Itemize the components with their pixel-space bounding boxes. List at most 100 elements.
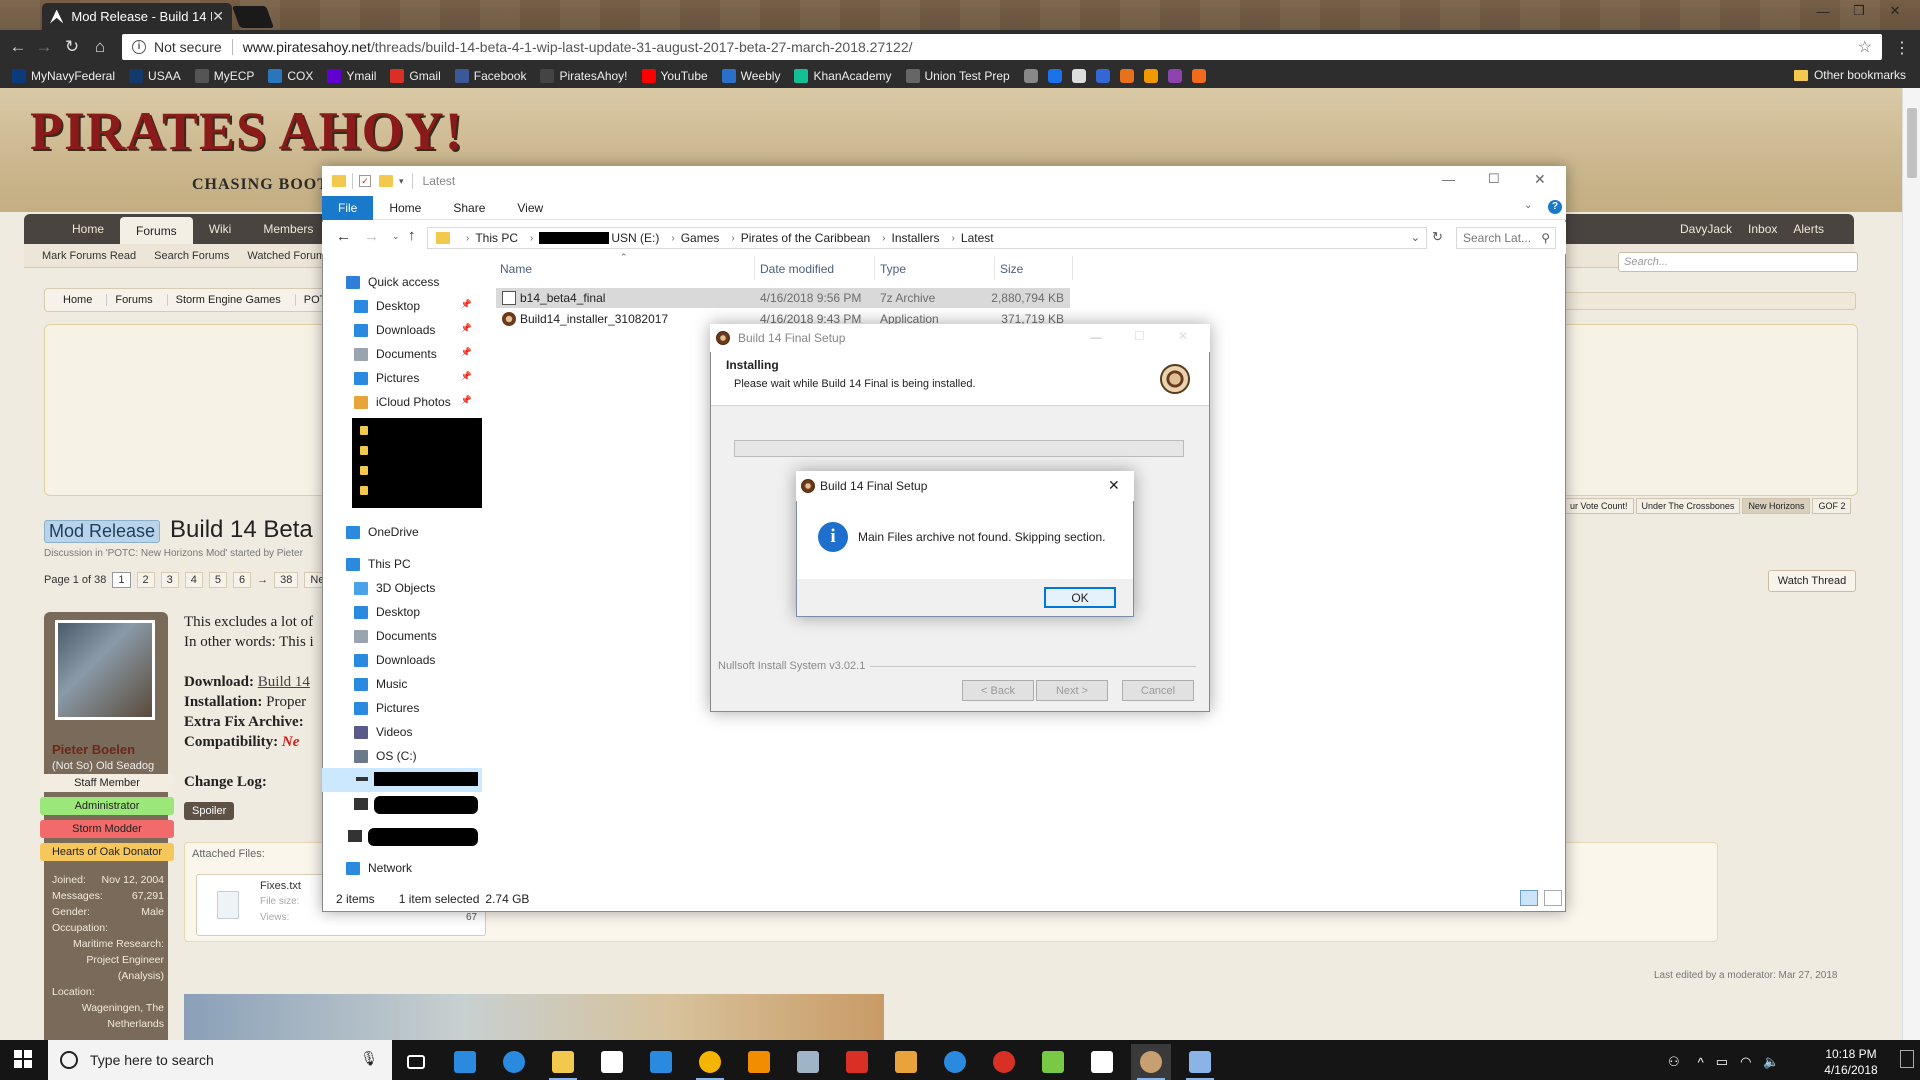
breadcrumb-item[interactable]: Storm Engine Games [168, 294, 296, 306]
taskbar-search-box[interactable]: Type here to search 🎙 [48, 1040, 392, 1080]
nav-item-network[interactable]: Network [346, 856, 476, 880]
show-hidden-icons-icon[interactable]: ^ [1698, 1055, 1704, 1070]
taskbar-app-notepad[interactable] [1082, 1044, 1122, 1080]
close-tab-icon[interactable]: ✕ [212, 8, 224, 25]
close-window-button[interactable]: ✕ [1882, 0, 1908, 22]
nav-item[interactable]: Desktop 📌 [322, 294, 482, 318]
nav-item[interactable]: Pictures 📌 [322, 366, 482, 390]
new-folder-icon[interactable] [379, 175, 393, 187]
site-nav-right-item[interactable]: Alerts [1793, 222, 1824, 236]
watch-thread-button[interactable]: Watch Thread [1768, 570, 1856, 592]
path-games[interactable]: Games [681, 231, 720, 245]
up-folder-icon[interactable]: ↑ [408, 227, 416, 244]
pin-icon[interactable]: 📌 [461, 347, 472, 358]
column-header-size[interactable]: Size [1000, 262, 1023, 276]
spoiler-button[interactable]: Spoiler [184, 802, 235, 820]
ribbon-expand-icon[interactable]: ⌄ [1524, 200, 1532, 211]
taskbar-app-steam[interactable] [788, 1044, 828, 1080]
explorer-address-bar[interactable]: › This PC › USN (E:) › Games › Pirates o… [427, 227, 1427, 249]
forum-shortcut-tab[interactable]: Under The Crossbones [1635, 498, 1741, 514]
nav-item[interactable]: Quick access [322, 270, 482, 294]
bookmark-shortcut-icon[interactable] [1047, 69, 1062, 83]
pager-page[interactable]: 38 [274, 572, 299, 588]
nav-item[interactable]: Downloads 📌 [322, 318, 482, 342]
home-icon[interactable]: ⌂ [88, 36, 112, 58]
bookmark-star-icon[interactable]: ☆ [1858, 37, 1872, 57]
pin-icon[interactable]: 📌 [461, 299, 472, 310]
nav-item-selected-drive[interactable] [322, 768, 482, 792]
bookmark-weebly[interactable]: Weebly [721, 69, 780, 83]
battery-icon[interactable]: ▭ [1716, 1054, 1728, 1070]
pager-page[interactable]: 2 [136, 572, 155, 588]
bookmark-shortcut-icon[interactable] [1191, 69, 1206, 83]
taskbar-app-chrome[interactable] [690, 1044, 730, 1080]
taskbar-app-bluestacks[interactable] [1033, 1044, 1073, 1080]
nav-item[interactable]: iCloud Photos 📌 [322, 390, 482, 414]
bookmark-pirates-ahoy[interactable]: PiratesAhoy! [540, 69, 628, 83]
path-this-pc[interactable]: This PC [475, 231, 518, 245]
info-icon[interactable]: i [132, 40, 146, 54]
path-installers[interactable]: Installers [892, 231, 940, 245]
taskbar-app-pirates-installer[interactable] [1131, 1044, 1171, 1080]
taskbar-app-flash[interactable] [837, 1044, 877, 1080]
back-arrow-icon[interactable]: ← [6, 36, 30, 58]
bookmark-union-test-prep[interactable]: Union Test Prep [905, 69, 1010, 83]
dialog-ok-button[interactable]: OK [1044, 587, 1116, 608]
taskbar-app-visual-studio[interactable] [641, 1044, 681, 1080]
taskbar-app-task-view[interactable] [396, 1044, 436, 1080]
site-nav-tab[interactable]: Forums [120, 217, 193, 244]
bookmark-shortcut-icon[interactable] [1143, 69, 1158, 83]
bookmark-shortcut-icon[interactable] [1119, 69, 1134, 83]
ribbon-tab[interactable]: View [501, 196, 559, 220]
nav-item[interactable]: Documents 📌 [322, 342, 482, 366]
explorer-maximize-button[interactable]: ☐ [1488, 171, 1500, 187]
nav-item[interactable]: 3D Objects [322, 576, 482, 600]
column-header-type[interactable]: Type [880, 262, 906, 276]
nav-item[interactable]: Music [322, 672, 482, 696]
other-bookmarks[interactable]: Other bookmarks [1793, 68, 1906, 82]
address-bar[interactable]: i Not secure www.piratesahoy.net /thread… [122, 34, 1882, 60]
pin-icon[interactable]: 📌 [461, 323, 472, 334]
nav-item[interactable]: Videos [322, 720, 482, 744]
site-search-input[interactable]: Search... [1618, 252, 1858, 272]
minimize-window-button[interactable]: — [1810, 0, 1836, 22]
browser-tab-active[interactable]: Mod Release - Build 14 B ✕ [42, 3, 232, 30]
installer-close-button[interactable]: ✕ [1178, 329, 1188, 343]
bookmark-shortcut-icon[interactable] [1167, 69, 1182, 83]
large-icons-view-icon[interactable] [1544, 890, 1562, 906]
path-potc[interactable]: Pirates of the Caribbean [741, 231, 870, 245]
pager-skip[interactable]: → [257, 574, 268, 586]
bookmark-usaa[interactable]: USAA [129, 69, 181, 83]
browser-menu-icon[interactable]: ⋮ [1894, 38, 1910, 58]
details-view-icon[interactable] [1520, 890, 1538, 906]
ribbon-tab[interactable]: File [322, 195, 374, 220]
bookmark-navy-federal[interactable]: MyNavyFederal [12, 69, 115, 83]
path-latest[interactable]: Latest [961, 231, 994, 245]
bookmark-shortcut-icon[interactable] [1023, 69, 1038, 83]
dialog-close-button[interactable]: ✕ [1108, 477, 1120, 494]
notifications-icon[interactable] [1900, 1050, 1914, 1068]
explorer-minimize-button[interactable]: — [1442, 172, 1455, 187]
pager-page[interactable]: 5 [208, 572, 228, 588]
explorer-back-icon[interactable]: ← [336, 228, 351, 245]
forward-arrow-icon[interactable]: → [32, 36, 56, 58]
site-nav-tab[interactable]: Home [56, 214, 120, 244]
taskbar-app-app-c[interactable] [935, 1044, 975, 1080]
taskbar-app-mail[interactable] [592, 1044, 632, 1080]
ribbon-tab[interactable]: Home [373, 196, 437, 220]
user-avatar[interactable] [55, 620, 155, 720]
thread-prefix-badge[interactable]: Mod Release [44, 520, 161, 543]
installer-maximize-button[interactable]: ☐ [1134, 329, 1145, 343]
column-header-name[interactable]: Name [500, 262, 532, 276]
address-dropdown-icon[interactable]: ⌄ [1411, 231, 1420, 244]
windows-start-icon[interactable] [14, 1050, 32, 1068]
network-tray-icon[interactable]: ◠ [1740, 1054, 1751, 1070]
user-name[interactable]: Pieter Boelen [52, 742, 135, 757]
bookmark-shortcut-icon[interactable] [1071, 69, 1086, 83]
site-logo[interactable]: PIRATES AHOY! [30, 100, 464, 162]
bookmark-yahoo[interactable]: Ymail [327, 69, 376, 83]
bookmark-khan-academy[interactable]: KhanAcademy [794, 69, 892, 83]
nav-item[interactable]: This PC [322, 552, 482, 576]
forum-shortcut-tab[interactable]: New Horizons [1742, 498, 1811, 514]
installer-cancel-button[interactable]: Cancel [1122, 680, 1194, 701]
